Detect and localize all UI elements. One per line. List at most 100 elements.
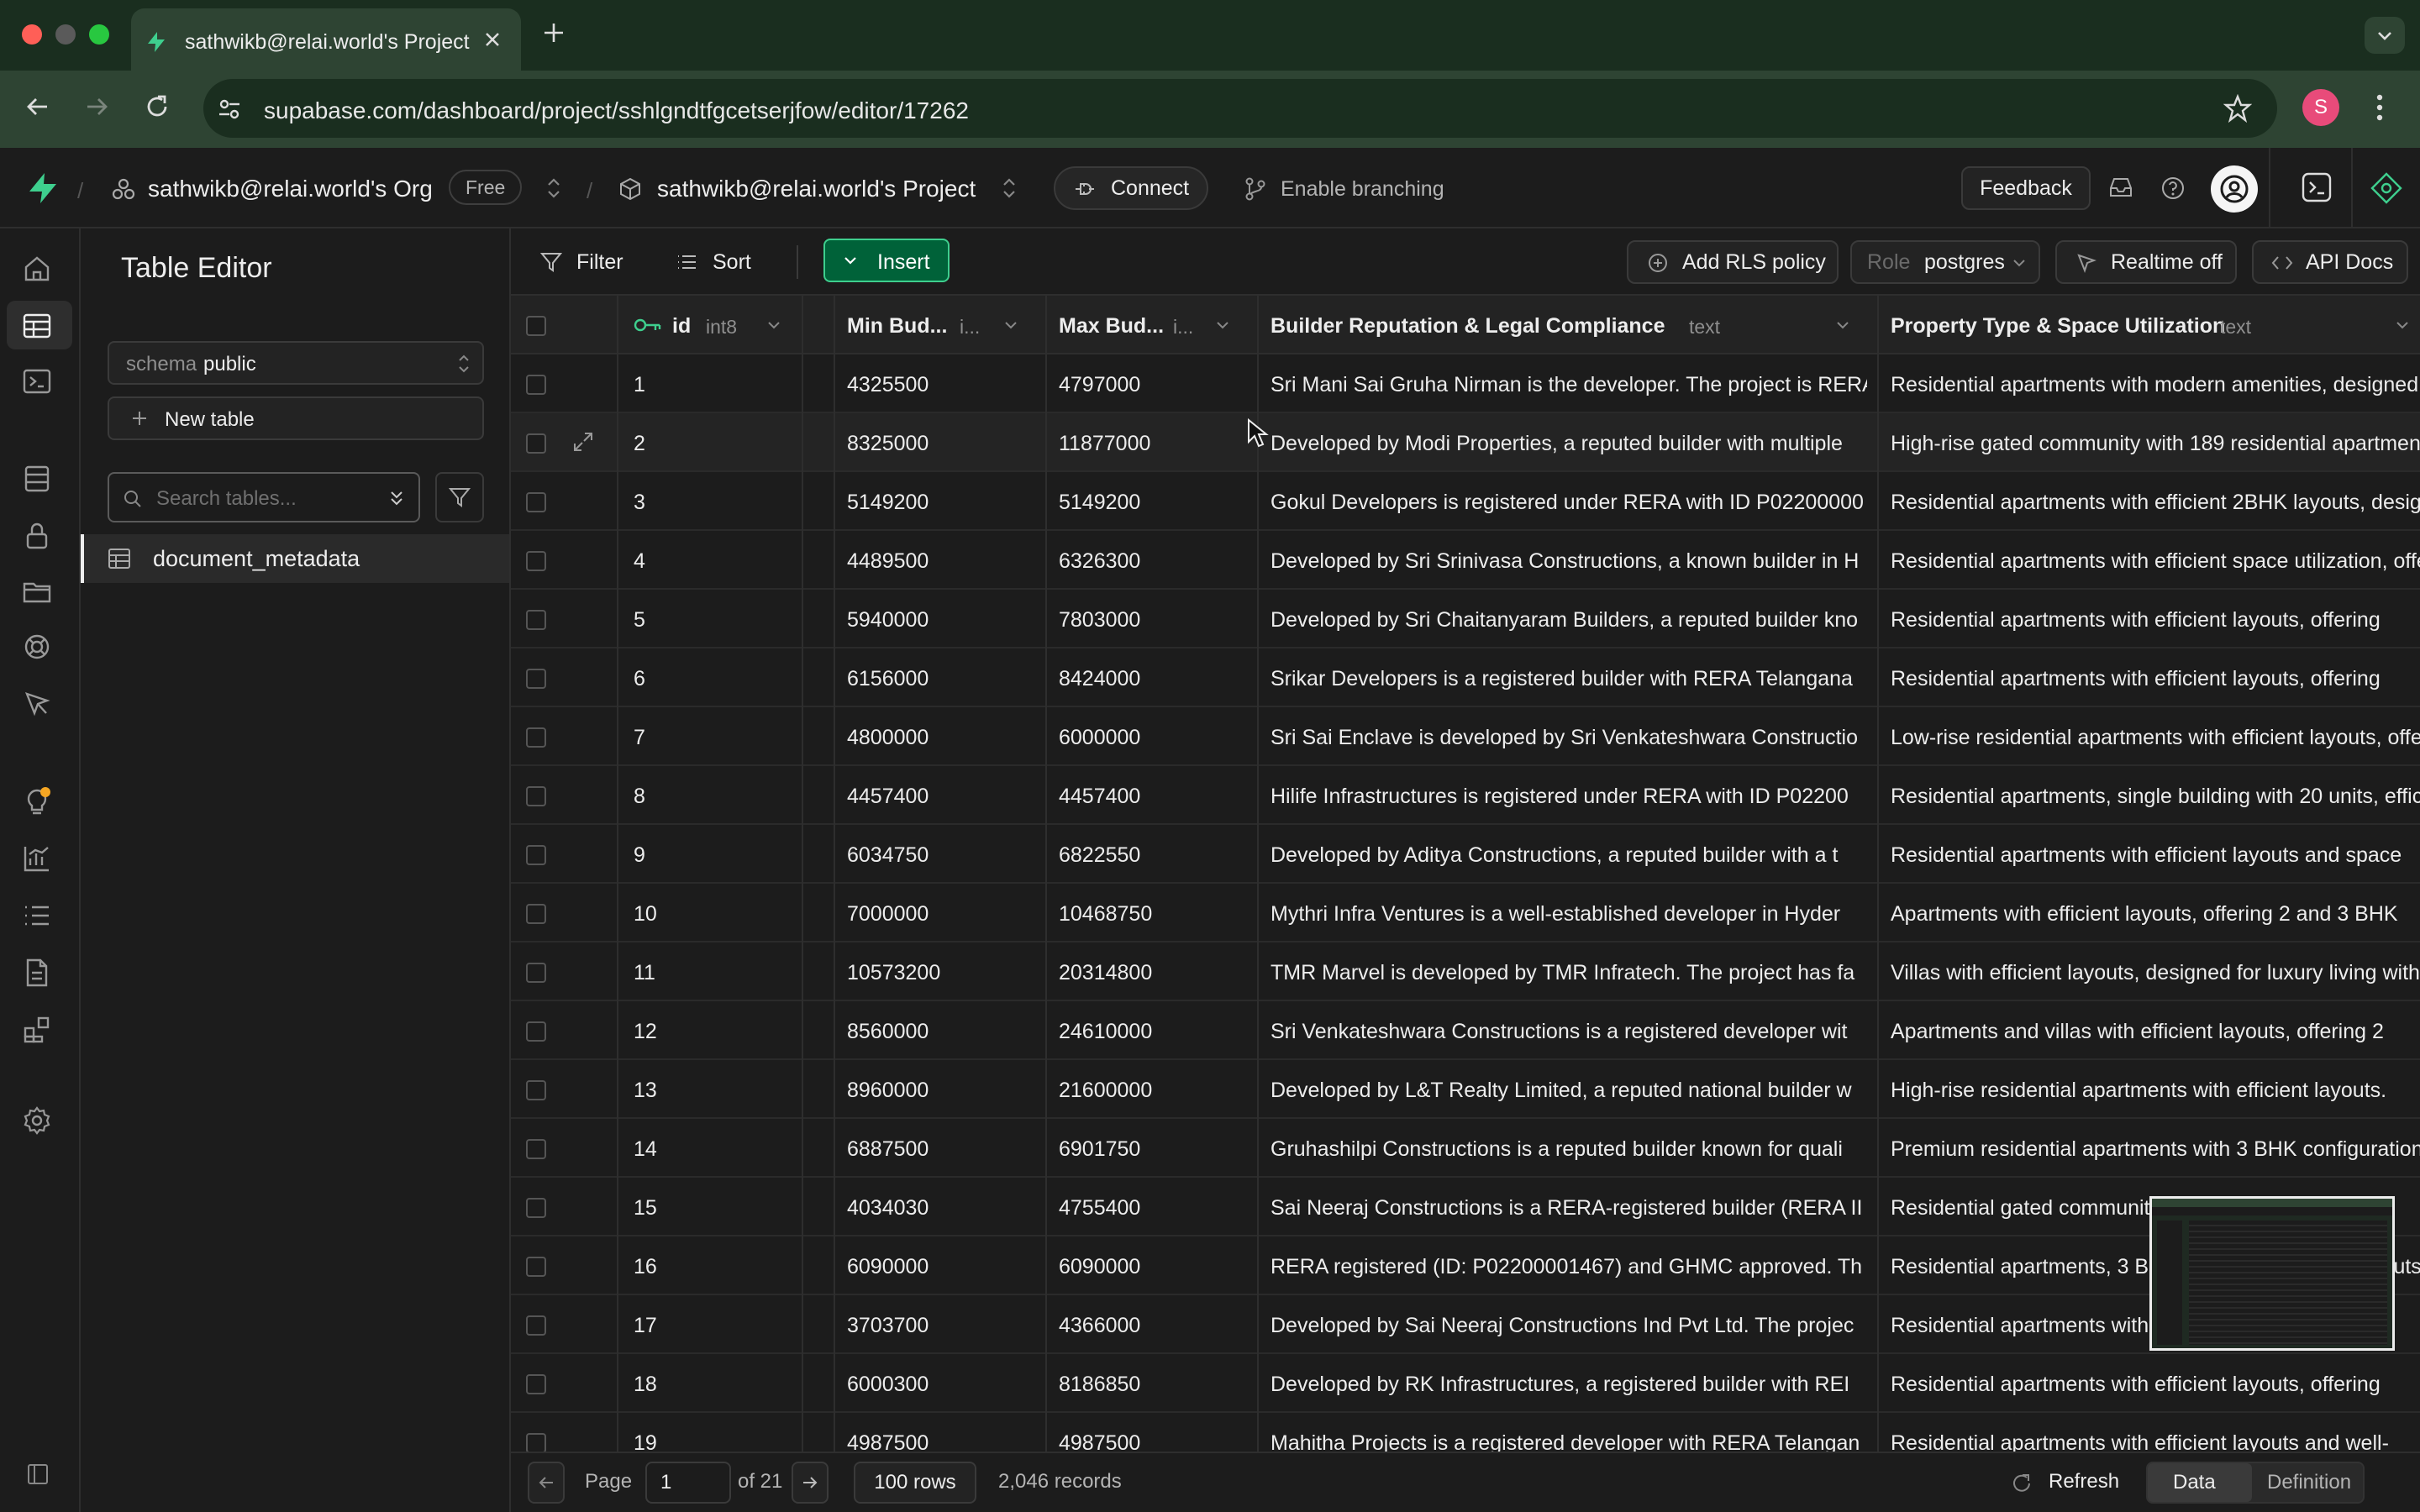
back-icon[interactable] [24,92,52,121]
new-table-button[interactable]: New table [108,396,484,440]
table-cell[interactable]: 6000000 [1059,726,1244,750]
table-cell[interactable]: 20314800 [1059,961,1244,985]
tab-search-button[interactable] [2365,17,2405,54]
table-cell[interactable]: 8424000 [1059,667,1244,691]
table-cell[interactable]: Residential apartments with efficient la… [1891,843,2420,868]
table-cell[interactable]: Residential apartments, single building … [1891,785,2420,809]
table-cell[interactable]: 14 [634,1137,793,1162]
add-rls-policy-button[interactable]: Add RLS policy [1627,240,1839,284]
select-all-checkbox[interactable] [526,316,546,336]
table-cell[interactable]: 11 [634,961,793,985]
column-header-max-budget[interactable]: Max Bud... [1059,314,1164,339]
browser-tab[interactable]: sathwikb@relai.world's Project [131,8,521,71]
project-switcher-icon[interactable] [1000,175,1018,202]
table-cell[interactable]: 18 [634,1373,793,1397]
page-number-input[interactable]: 1 [645,1462,731,1504]
browser-menu-icon[interactable] [2375,91,2385,124]
row-checkbox[interactable] [526,669,546,689]
row-checkbox[interactable] [526,1198,546,1218]
table-cell[interactable]: 2 [634,432,793,456]
table-cell[interactable]: 4325500 [847,373,1032,397]
table-cell[interactable]: Developed by Modi Properties, a reputed … [1270,432,1867,456]
sql-editor-icon[interactable] [20,365,54,398]
row-checkbox[interactable] [526,375,546,395]
table-row[interactable]: 16 6090000 6090000 RERA registered (ID: P02… [511,1236,2420,1295]
table-cell[interactable]: 7803000 [1059,608,1244,633]
org-name[interactable]: sathwikb@relai.world's Org [148,176,433,202]
table-cell[interactable]: Low-rise residential apartments with eff… [1891,726,2420,750]
table-cell[interactable]: Gruhashilpi Constructions is a reputed b… [1270,1137,1867,1162]
table-cell[interactable]: 12 [634,1020,793,1044]
table-cell[interactable]: 6326300 [1059,549,1244,574]
table-editor-icon[interactable] [20,309,54,343]
table-cell[interactable]: 4797000 [1059,373,1244,397]
row-checkbox[interactable] [526,551,546,571]
chevrons-down-icon[interactable] [387,487,407,509]
table-cell[interactable]: 6887500 [847,1137,1032,1162]
column-menu-chevron-icon[interactable] [1215,318,1230,333]
table-row[interactable]: 5 5940000 7803000 Developed by Sri Chaitany… [511,590,2420,648]
table-cell[interactable]: 4366000 [1059,1314,1244,1338]
advisors-lightbulb-icon[interactable] [20,785,54,818]
bookmark-star-icon[interactable] [2223,94,2252,123]
row-checkbox[interactable] [526,1021,546,1042]
table-cell[interactable]: Gokul Developers is registered under RER… [1270,491,1867,515]
previous-page-button[interactable] [528,1462,565,1504]
row-checkbox[interactable] [526,1374,546,1394]
table-cell[interactable]: 6 [634,667,793,691]
table-cell[interactable]: Developed by Sri Chaitanyaram Builders, … [1270,608,1867,633]
column-menu-chevron-icon[interactable] [2395,318,2410,333]
table-cell[interactable]: Apartments with efficient layouts, offer… [1891,902,2420,927]
table-cell[interactable]: 7 [634,726,793,750]
table-cell[interactable]: 8325000 [847,432,1032,456]
minimize-window-button[interactable] [55,24,76,45]
column-header-property-type[interactable]: Property Type & Space Utilization [1891,314,2225,339]
table-cell[interactable]: Villas with efficient layouts, designed … [1891,961,2420,985]
table-cell[interactable]: Premium residential apartments with 3 BH… [1891,1137,2420,1162]
column-menu-chevron-icon[interactable] [1835,318,1850,333]
table-cell[interactable]: Residential apartments with efficient la… [1891,1373,2420,1397]
table-cell[interactable]: Residential apartments with efficient la… [1891,1431,2420,1452]
row-checkbox[interactable] [526,1433,546,1452]
sql-terminal-icon[interactable] [2301,171,2333,203]
table-row[interactable]: 6 6156000 8424000 Srikar Developers is a re… [511,648,2420,707]
table-cell[interactable]: 19 [634,1431,793,1452]
new-tab-icon[interactable] [541,20,566,45]
row-checkbox[interactable] [526,492,546,512]
screenshot-thumbnail[interactable] [2149,1196,2395,1351]
table-cell[interactable]: 15 [634,1196,793,1221]
schema-selector[interactable]: schema public [108,341,484,385]
table-cell[interactable]: Mahitha Projects is a registered develop… [1270,1431,1867,1452]
integrations-icon[interactable] [20,1013,54,1047]
collapse-sidebar-icon[interactable] [25,1462,50,1487]
table-cell[interactable]: Apartments and villas with efficient lay… [1891,1020,2420,1044]
table-cell[interactable]: Developed by Sai Neeraj Constructions In… [1270,1314,1867,1338]
help-icon[interactable] [2160,175,2186,202]
table-row[interactable]: 15 4034030 4755400 Sai Neeraj Constructions… [511,1178,2420,1236]
row-checkbox[interactable] [526,963,546,983]
table-cell[interactable]: Residential apartments with efficient la… [1891,608,2420,633]
table-cell[interactable]: 8 [634,785,793,809]
table-cell[interactable]: 8560000 [847,1020,1032,1044]
api-docs-icon[interactable] [20,956,54,990]
table-cell[interactable]: 4457400 [1059,785,1244,809]
table-cell[interactable]: 13 [634,1079,793,1103]
table-row[interactable]: 2 8325000 11877000 Developed by Modi Proper… [511,413,2420,472]
row-checkbox[interactable] [526,845,546,865]
expand-row-icon[interactable] [571,430,595,454]
table-cell[interactable]: 4755400 [1059,1196,1244,1221]
search-tables-input[interactable]: Search tables... [108,472,420,522]
table-cell[interactable]: 5149200 [847,491,1032,515]
table-cell[interactable]: 10468750 [1059,902,1244,927]
table-row[interactable]: 7 4800000 6000000 Sri Sai Enclave is develo… [511,707,2420,766]
table-cell[interactable]: 4 [634,549,793,574]
table-row[interactable]: 3 5149200 5149200 Gokul Developers is regis… [511,472,2420,531]
column-header-id[interactable]: id [672,314,691,339]
table-cell[interactable]: Srikar Developers is a registered builde… [1270,667,1867,691]
table-cell[interactable]: Sri Venkateshwara Constructions is a reg… [1270,1020,1867,1044]
row-checkbox[interactable] [526,1315,546,1336]
connect-button[interactable]: Connect [1054,166,1208,210]
table-cell[interactable]: 6090000 [1059,1255,1244,1279]
table-cell[interactable]: High-rise residential apartments with ef… [1891,1079,2420,1103]
database-icon[interactable] [20,462,54,496]
